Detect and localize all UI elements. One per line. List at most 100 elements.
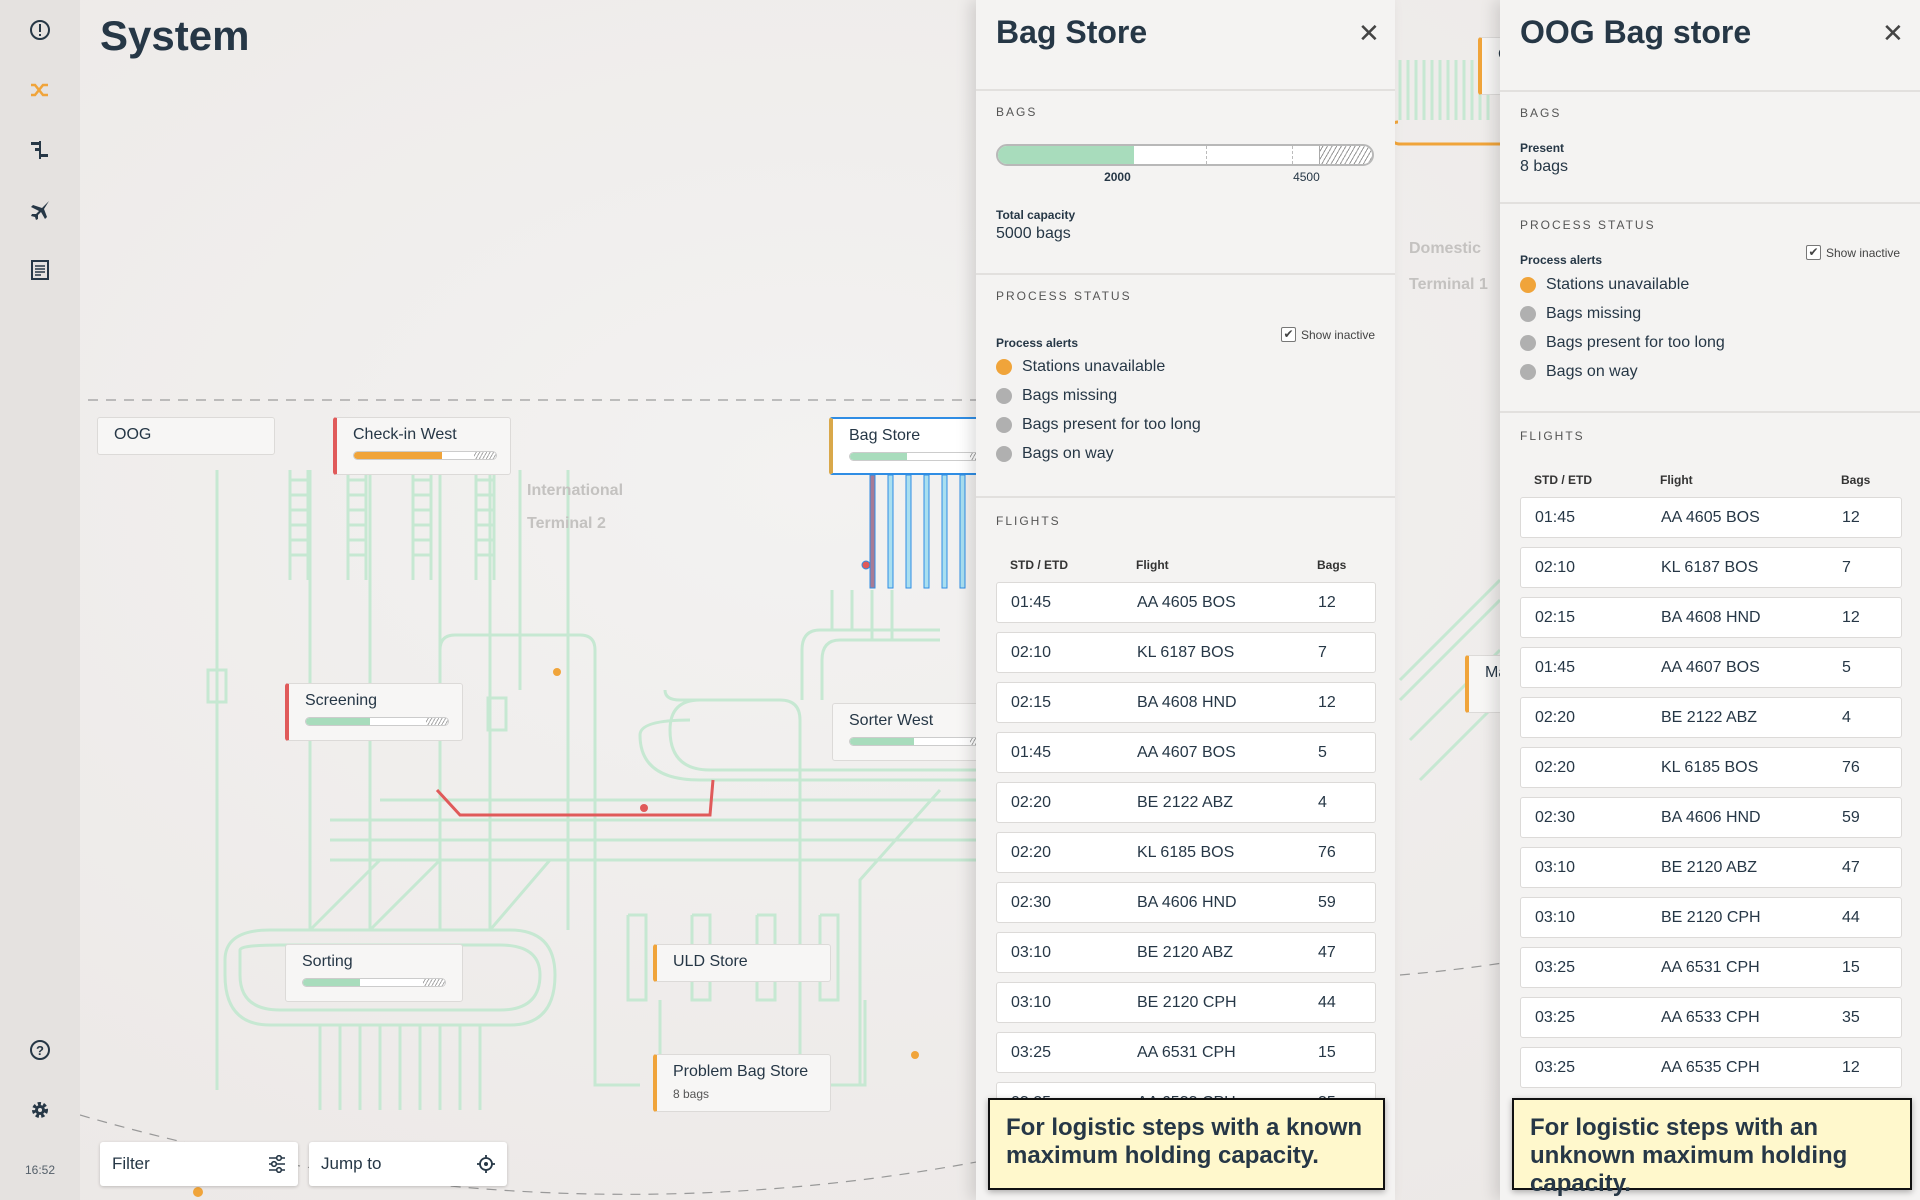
flight-row[interactable]: 01:45 AA 4605 BOS 12: [1520, 497, 1902, 538]
node-bag-store[interactable]: Bag Store: [829, 417, 999, 475]
flight-bags: 4: [1842, 709, 1851, 726]
flight-number: BE 2120 CPH: [1137, 994, 1237, 1011]
flight-row[interactable]: 01:45 AA 4607 BOS 5: [1520, 647, 1902, 688]
flight-bags: 5: [1842, 659, 1851, 676]
checkbox-label: Show inactive: [1826, 245, 1901, 260]
flight-number: AA 6531 CPH: [1661, 959, 1760, 976]
show-inactive-checkbox[interactable]: ✔ Show inactive: [1806, 245, 1900, 260]
capacity-bar: [849, 452, 993, 461]
flight-row[interactable]: 02:20 BE 2122 ABZ 4: [996, 782, 1376, 823]
flight-time: 02:30: [1535, 809, 1576, 826]
node-sorting[interactable]: Sorting: [285, 944, 463, 1002]
flight-row[interactable]: 03:10 BE 2120 CPH 44: [996, 982, 1376, 1023]
page-title: System: [100, 12, 250, 59]
flight-time: 03:25: [1535, 1059, 1576, 1076]
flight-bags: 12: [1842, 509, 1860, 526]
flight-time: 02:30: [1011, 894, 1052, 911]
column-header: Flight: [1136, 558, 1169, 572]
capacity-value: 5000 bags: [996, 225, 1071, 242]
alerts-label: Process alerts: [1520, 253, 1603, 267]
svg-text:?: ?: [36, 1043, 44, 1058]
node-problem-bag-store[interactable]: Problem Bag Store 8 bags: [653, 1054, 831, 1112]
flight-time: 03:25: [1535, 959, 1576, 976]
flight-bags: 47: [1842, 859, 1860, 876]
status-dot-inactive-icon: [1520, 306, 1536, 322]
node-screening[interactable]: Screening: [285, 683, 463, 741]
flight-bags: 15: [1842, 959, 1860, 976]
section-heading: PROCESS STATUS: [996, 289, 1132, 303]
filter-button[interactable]: Filter: [100, 1142, 298, 1186]
flight-number: KL 6185 BOS: [1137, 844, 1235, 861]
flight-row[interactable]: 02:15 BA 4608 HND 12: [1520, 597, 1902, 638]
terminal-label: Domestic: [1409, 240, 1482, 257]
jump-to-button[interactable]: Jump to: [309, 1142, 507, 1186]
section-heading: PROCESS STATUS: [1520, 218, 1656, 232]
flight-time: 03:25: [1535, 1009, 1576, 1026]
status-dot-inactive-icon: [996, 417, 1012, 433]
capacity-bar: [305, 717, 449, 726]
flight-row[interactable]: 03:10 BE 2120 ABZ 47: [996, 932, 1376, 973]
bar-warning-label: 4500: [1293, 170, 1320, 184]
flight-time: 03:10: [1011, 944, 1052, 961]
flight-bags: 47: [1318, 944, 1336, 961]
close-icon[interactable]: ✕: [1358, 18, 1380, 49]
close-icon[interactable]: ✕: [1882, 18, 1904, 49]
flight-row[interactable]: 03:10 BE 2120 CPH 44: [1520, 897, 1902, 938]
document-icon[interactable]: [24, 254, 56, 286]
flight-number: AA 4607 BOS: [1137, 744, 1236, 761]
capacity-bar: [302, 978, 446, 987]
node-checkin-west[interactable]: Check-in West: [333, 417, 511, 475]
flight-row[interactable]: 02:30 BA 4606 HND 59: [996, 882, 1376, 923]
flight-row[interactable]: 03:25 AA 6531 CPH 15: [996, 1032, 1376, 1073]
status-dot-inactive-icon: [1520, 335, 1536, 351]
flight-row[interactable]: 01:45 AA 4607 BOS 5: [996, 732, 1376, 773]
bar-value-label: 2000: [1104, 170, 1131, 184]
plane-icon[interactable]: [24, 194, 56, 226]
flight-row[interactable]: 02:15 BA 4608 HND 12: [996, 682, 1376, 723]
node-uld-store[interactable]: ULD Store: [653, 944, 831, 982]
flight-row[interactable]: 03:25 AA 6531 CPH 15: [1520, 947, 1902, 988]
status-dot-inactive-icon: [996, 446, 1012, 462]
present-label: Present: [1520, 141, 1565, 155]
gear-icon[interactable]: [24, 1094, 56, 1126]
alerts-label: Process alerts: [996, 336, 1079, 350]
node-label: Check-in West: [353, 426, 457, 443]
flight-row[interactable]: 02:10 KL 6187 BOS 7: [1520, 547, 1902, 588]
panel-title: Bag Store: [996, 14, 1148, 50]
flight-row[interactable]: 02:20 KL 6185 BOS 76: [1520, 747, 1902, 788]
flight-time: 02:20: [1011, 794, 1052, 811]
help-icon[interactable]: ?: [24, 1034, 56, 1066]
flight-row[interactable]: 03:25 AA 6535 CPH 12: [1520, 1047, 1902, 1088]
flight-row[interactable]: 03:10 BE 2120 ABZ 47: [1520, 847, 1902, 888]
flight-number: AA 6533 CPH: [1661, 1009, 1760, 1026]
annotation-note: For logistic steps with a known maximum …: [988, 1098, 1385, 1190]
flight-row[interactable]: 02:30 BA 4606 HND 59: [1520, 797, 1902, 838]
show-inactive-checkbox[interactable]: ✔ Show inactive: [1281, 327, 1375, 342]
flight-number: BA 4606 HND: [1661, 809, 1761, 826]
node-oog[interactable]: OOG: [97, 417, 275, 455]
section-heading: BAGS: [996, 105, 1038, 119]
flight-row[interactable]: 02:20 KL 6185 BOS 76: [996, 832, 1376, 873]
alert-label: Bags missing: [1022, 387, 1118, 404]
flight-row[interactable]: 03:25 AA 6533 CPH 35: [1520, 997, 1902, 1038]
gantt-icon[interactable]: [24, 134, 56, 166]
flight-number: BE 2120 ABZ: [1661, 859, 1758, 876]
flight-row[interactable]: 02:20 BE 2122 ABZ 4: [1520, 697, 1902, 738]
flight-time: 02:20: [1535, 709, 1576, 726]
flight-time: 01:45: [1535, 509, 1576, 526]
capacity-bar: [996, 144, 1374, 166]
flight-row[interactable]: 01:45 AA 4605 BOS 12: [996, 582, 1376, 623]
column-header: STD / ETD: [1534, 473, 1593, 487]
flight-number: BE 2122 ABZ: [1661, 709, 1758, 726]
flight-bags: 12: [1842, 609, 1860, 626]
process-alert: Bags present for too long: [996, 416, 1201, 434]
flight-number: AA 6535 CPH: [1661, 1059, 1760, 1076]
column-header: Bags: [1317, 558, 1347, 572]
flight-number: AA 4605 BOS: [1661, 509, 1760, 526]
flight-time: 01:45: [1535, 659, 1576, 676]
flight-row[interactable]: 02:10 KL 6187 BOS 7: [996, 632, 1376, 673]
alert-icon[interactable]: [24, 14, 56, 46]
shuffle-icon[interactable]: [24, 74, 56, 106]
flight-time: 01:45: [1011, 744, 1052, 761]
alert-label: Stations unavailable: [1546, 276, 1690, 293]
